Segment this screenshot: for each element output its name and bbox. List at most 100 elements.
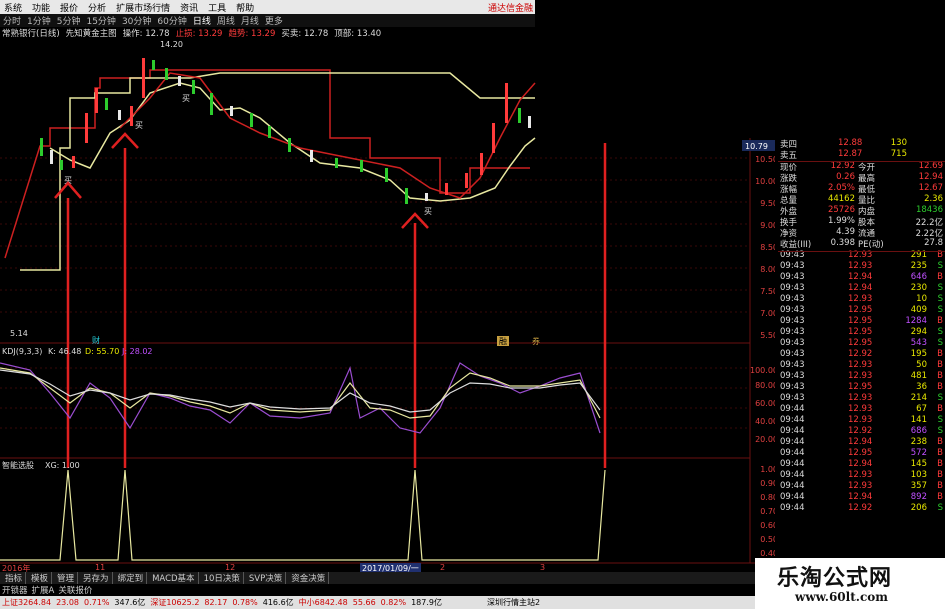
indicator-tabs: 指标 模板 管理 另存为 绑定到 MACD基本 10日决策 SVP决策 资金决策 xyxy=(0,572,760,584)
tick-side: S xyxy=(937,327,943,337)
chart-area[interactable]: 买 买 买 买 14.20 5.14 10.50 10.00 9.50 9.00… xyxy=(0,38,775,565)
tick-time: 09:44 xyxy=(780,459,805,469)
tick-volume: 294 xyxy=(910,327,927,337)
buy-marker: 买 xyxy=(182,94,190,103)
signal-lines xyxy=(54,132,607,468)
tick-volume: 214 xyxy=(910,393,927,403)
select-label: 智能选股 xyxy=(2,460,34,470)
tab-funds[interactable]: 资金决策 xyxy=(288,572,330,584)
stat-value: 4.39 xyxy=(836,227,855,237)
menu-item-quote[interactable]: 报价 xyxy=(60,1,78,14)
sh-index[interactable]: 上证3264.84 xyxy=(2,597,51,608)
tick-side: S xyxy=(937,338,943,348)
menu-item-system[interactable]: 系统 xyxy=(4,1,22,14)
period-tab[interactable]: 5分钟 xyxy=(57,14,81,27)
tab-indicator[interactable]: 指标 xyxy=(2,572,27,584)
tick-row: 09:43 12.95 543 S xyxy=(778,338,945,349)
sz-change: 82.17 xyxy=(204,598,228,607)
tick-side: S xyxy=(937,426,943,436)
tab-ext-a[interactable]: 扩展A xyxy=(32,584,55,596)
low-price-label: 5.14 xyxy=(10,329,28,338)
tick-price: 12.94 xyxy=(848,459,873,469)
server-name[interactable]: 深圳行情主站2 xyxy=(487,597,540,608)
tick-side: B xyxy=(937,349,943,359)
tab-save-as[interactable]: 另存为 xyxy=(80,572,113,584)
tick-side: B xyxy=(937,437,943,447)
period-tab-daily[interactable]: 日线 xyxy=(193,14,211,27)
menu-item-news[interactable]: 资讯 xyxy=(180,1,198,14)
stat-value-2: 27.8 xyxy=(924,238,943,248)
buy-marker: 买 xyxy=(135,121,143,130)
period-tab[interactable]: 分时 xyxy=(3,14,21,27)
indicator-lines xyxy=(4,69,536,271)
period-tab[interactable]: 15分钟 xyxy=(86,14,115,27)
period-tab[interactable]: 30分钟 xyxy=(122,14,151,27)
menu-item-analysis[interactable]: 分析 xyxy=(88,1,106,14)
tick-row: 09:44 12.93 103 B xyxy=(778,470,945,481)
tab-template[interactable]: 模板 xyxy=(28,572,53,584)
status-bar: 上证3264.84 23.08 0.71% 347.6亿 深证10625.2 8… xyxy=(0,596,760,609)
price-tick: 9.00 xyxy=(760,221,775,230)
stop-value: 止损: 13.29 xyxy=(175,28,223,39)
loan-tag: 券 xyxy=(532,336,540,346)
tick-price: 12.94 xyxy=(848,437,873,447)
watermark-url: www.60lt.com xyxy=(795,590,888,604)
tick-price: 12.95 xyxy=(848,305,873,315)
tick-row: 09:43 12.95 294 S xyxy=(778,327,945,338)
chart-title-bar: 常熟银行(日线) 先知黄金主图 操作: 12.78 止损: 13.29 趋势: … xyxy=(0,27,535,39)
stat-value: 2.05% xyxy=(827,183,855,193)
kdj-k: K: 46.48 xyxy=(48,347,81,356)
stat-row: 净资 4.39 流通 2.22亿 xyxy=(778,227,945,239)
tick-row: 09:43 12.94 646 B xyxy=(778,272,945,283)
tick-volume: 103 xyxy=(910,470,927,480)
period-tab-more[interactable]: 更多 xyxy=(265,14,283,27)
tab-10day[interactable]: 10日决策 xyxy=(201,572,244,584)
tick-volume: 141 xyxy=(910,415,927,425)
tick-volume: 36 xyxy=(916,382,927,392)
sz-index[interactable]: 深证10625.2 xyxy=(150,597,199,608)
time-tick: 2 xyxy=(440,563,446,572)
tab-macd[interactable]: MACD基本 xyxy=(149,572,199,584)
event-tags: 财 融 券 xyxy=(92,335,540,346)
tick-side: S xyxy=(937,261,943,271)
ask-row: 卖五 12.87 715 xyxy=(778,149,945,161)
ask-price: 12.88 xyxy=(838,138,863,148)
indicator-name[interactable]: 先知黄金主图 xyxy=(66,27,117,39)
zx-index[interactable]: 中小6842.48 xyxy=(299,597,348,608)
tab-manage[interactable]: 管理 xyxy=(54,572,79,584)
tab-related-quote[interactable]: 关联报价 xyxy=(58,584,92,596)
tick-time: 09:44 xyxy=(780,481,805,491)
tick-volume: 195 xyxy=(910,349,927,359)
stat-row: 现价 12.92 今开 12.69 xyxy=(778,161,945,173)
menu-item-tools[interactable]: 工具 xyxy=(208,1,226,14)
tab-svp[interactable]: SVP决策 xyxy=(246,572,287,584)
stat-value-2: 12.69 xyxy=(918,161,943,171)
tick-side: B xyxy=(937,470,943,480)
menu-item-help[interactable]: 帮助 xyxy=(236,1,254,14)
tab-bind[interactable]: 绑定到 xyxy=(115,572,148,584)
period-tab[interactable]: 60分钟 xyxy=(157,14,186,27)
tick-volume: 892 xyxy=(910,492,927,502)
brand-label: 通达信金融 xyxy=(487,4,533,14)
stat-value-2: 18436 xyxy=(915,205,943,215)
sz-percent: 0.78% xyxy=(232,598,258,607)
period-tab[interactable]: 月线 xyxy=(241,14,259,27)
tick-time: 09:43 xyxy=(780,360,805,370)
tick-price: 12.92 xyxy=(848,503,873,513)
select-header: 智能选股 XG: 1.00 xyxy=(2,460,80,470)
tick-volume: 572 xyxy=(910,448,927,458)
menu-item-function[interactable]: 功能 xyxy=(32,1,50,14)
stat-value-2: 2.36 xyxy=(924,194,943,204)
tick-time: 09:43 xyxy=(780,283,805,293)
tab-unlocker[interactable]: 开锁器 xyxy=(2,584,28,596)
period-tab[interactable]: 1分钟 xyxy=(27,14,51,27)
stock-name: 常熟银行(日线) xyxy=(2,28,60,39)
stat-row: 总量 44162 量比 2.36 xyxy=(778,194,945,206)
tick-side: B xyxy=(937,371,943,381)
price-tick: 9.50 xyxy=(760,199,775,208)
sh-amount: 347.6亿 xyxy=(114,598,146,607)
period-tab[interactable]: 周线 xyxy=(217,14,235,27)
menu-item-ext-market[interactable]: 扩展市场行情 xyxy=(116,1,170,14)
extra-tabs: 开锁器 扩展A 关联报价 xyxy=(0,584,120,596)
tick-side: B xyxy=(937,448,943,458)
